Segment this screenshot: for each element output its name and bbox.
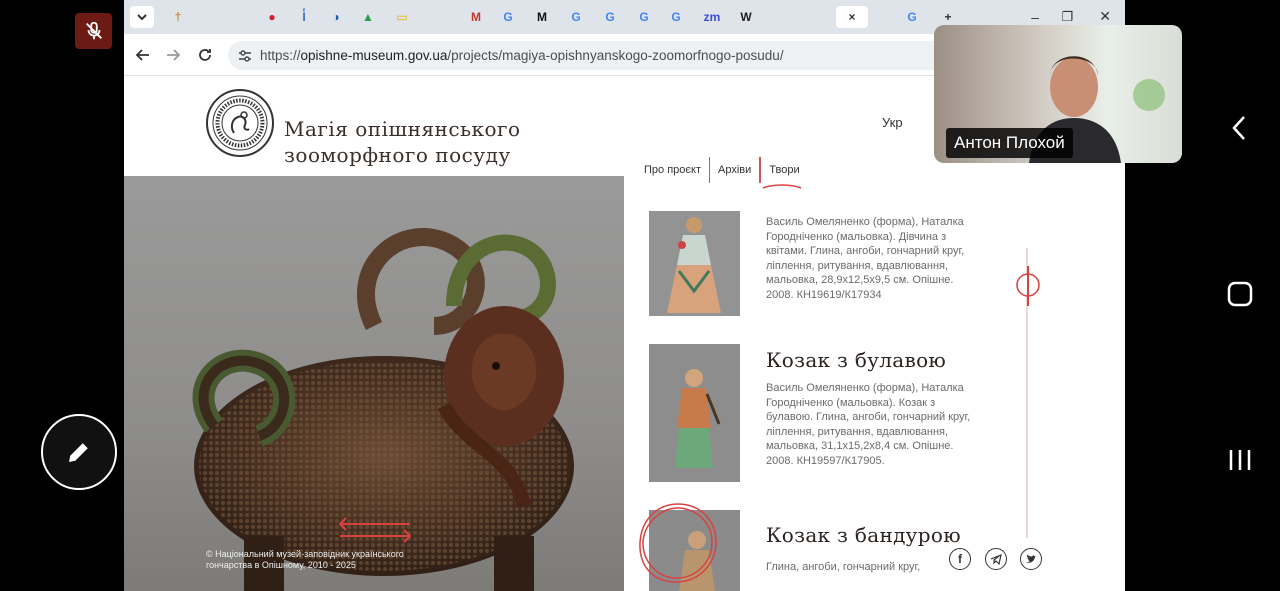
browser-tab[interactable]: ● xyxy=(260,6,284,28)
forward-button[interactable] xyxy=(162,44,184,66)
mic-off-button[interactable] xyxy=(75,13,112,49)
language-switch[interactable]: Укр xyxy=(882,115,903,130)
work-thumbnail[interactable] xyxy=(649,211,740,316)
chevron-down-icon xyxy=(137,14,147,21)
hero-copyright: © Національний музей-заповідник українсь… xyxy=(206,549,446,571)
reload-button[interactable] xyxy=(194,44,216,66)
site-title-line1: Магія опішнянського xyxy=(284,117,521,141)
left-rail xyxy=(0,0,124,591)
work-title[interactable]: Козак з булавою xyxy=(766,348,946,372)
facebook-link[interactable]: f xyxy=(949,548,971,570)
site-settings-icon[interactable] xyxy=(237,48,253,64)
minimize-button[interactable]: – xyxy=(1031,9,1039,25)
restore-button[interactable]: ❐ xyxy=(1061,9,1073,25)
browser-tab[interactable]: G xyxy=(900,6,924,28)
browser-tab[interactable] xyxy=(426,6,450,28)
browser-tab[interactable]: G xyxy=(632,6,656,28)
work-description: Василь Омеляненко (форма), Наталка Город… xyxy=(766,382,971,467)
telegram-icon xyxy=(990,554,1002,565)
work-item[interactable]: Козак з бандурою Глина, ангоби, гончарни… xyxy=(639,503,999,591)
browser-tab[interactable]: ▲ xyxy=(356,6,380,28)
hero-artwork-image: © Національний музей-заповідник українсь… xyxy=(124,176,624,591)
work-item[interactable]: Козак з булавою Василь Омеляненко (форма… xyxy=(649,344,999,484)
browser-tab[interactable]: G xyxy=(496,6,520,28)
reload-icon xyxy=(199,49,211,61)
browser-tab[interactable]: I̔ xyxy=(292,6,316,28)
work-item[interactable]: Василь Омеляненко (форма), Наталка Город… xyxy=(649,211,999,331)
browser-tab[interactable] xyxy=(868,6,892,28)
mic-off-icon xyxy=(85,21,102,40)
recents-icon xyxy=(1229,450,1251,470)
red-scribble-annotation xyxy=(639,503,717,583)
close-window-button[interactable]: ✕ xyxy=(1099,8,1111,25)
page-nav: Про проєкт Архіви Твори xyxy=(636,156,808,184)
browser-tab[interactable] xyxy=(802,6,826,28)
hero-copyright-line1: © Національний музей-заповідник українсь… xyxy=(206,549,404,559)
swipe-arrows-icon[interactable] xyxy=(338,516,413,544)
browser-tab[interactable]: W xyxy=(734,6,758,28)
twitter-link[interactable] xyxy=(1020,548,1042,570)
work-description: Глина, ангоби, гончарний круг, xyxy=(766,561,921,573)
facebook-icon: f xyxy=(958,552,962,566)
url-path: /projects/magiya-opishnyanskogo-zoomorfn… xyxy=(447,48,784,63)
site-title[interactable]: Магія опішнянського зооморфного посуду xyxy=(284,116,521,168)
browser-tab[interactable]: zm xyxy=(700,6,724,28)
work-description: Василь Омеляненко (форма), Наталка Город… xyxy=(766,216,965,301)
browser-tab[interactable]: G xyxy=(564,6,588,28)
browser-tab[interactable]: M xyxy=(464,6,488,28)
browser-tab[interactable]: ▭ xyxy=(390,6,414,28)
browser-tab[interactable]: † xyxy=(166,6,190,28)
nav-archives[interactable]: Архіви xyxy=(710,157,761,183)
browser-tab[interactable] xyxy=(228,6,252,28)
tab-search-button[interactable] xyxy=(130,6,154,28)
forward-arrow-icon xyxy=(167,49,181,61)
nav-about[interactable]: Про проєкт xyxy=(636,157,710,183)
home-square-icon xyxy=(1227,281,1253,307)
work-thumbnail[interactable] xyxy=(649,344,740,482)
browser-tab[interactable]: ◑ xyxy=(324,6,348,28)
pen-icon xyxy=(69,443,88,462)
nav-works[interactable]: Твори xyxy=(760,157,807,183)
museum-logo[interactable] xyxy=(206,89,274,157)
museum-seal-icon xyxy=(212,95,268,151)
participant-name-label: Антон Плохой xyxy=(946,128,1073,158)
telegram-link[interactable] xyxy=(985,548,1007,570)
site-title-line2: зооморфного посуду xyxy=(284,143,511,167)
chevron-left-icon xyxy=(1232,116,1245,140)
browser-tab[interactable] xyxy=(196,6,220,28)
annotate-button[interactable] xyxy=(41,414,117,490)
home-nav-button[interactable] xyxy=(1220,274,1260,314)
url-host: opishne-museum.gov.ua xyxy=(300,48,448,63)
browser-tab[interactable]: G xyxy=(598,6,622,28)
twitter-icon xyxy=(1026,554,1036,563)
recents-nav-button[interactable] xyxy=(1220,440,1260,480)
browser-tab[interactable]: M xyxy=(530,6,554,28)
hero-copyright-line2: гончарства в Опішному, 2010 - 2025 xyxy=(206,560,356,570)
browser-tab[interactable] xyxy=(768,6,792,28)
work-title[interactable]: Козак з бандурою xyxy=(766,523,961,547)
scroll-indicator-icon[interactable] xyxy=(1015,266,1041,306)
browser-tab[interactable]: G xyxy=(664,6,688,28)
girl-with-flowers-figure xyxy=(649,211,740,316)
back-button[interactable] xyxy=(132,44,154,66)
active-tab-close-button[interactable]: × xyxy=(836,6,868,28)
cossack-with-mace-figure xyxy=(649,344,740,482)
back-arrow-icon xyxy=(135,49,149,61)
url-text: https://opishne-museum.gov.ua/projects/m… xyxy=(260,48,784,63)
url-prefix: https:// xyxy=(260,48,301,63)
back-nav-button[interactable] xyxy=(1220,108,1260,148)
active-nav-underline xyxy=(762,184,802,189)
